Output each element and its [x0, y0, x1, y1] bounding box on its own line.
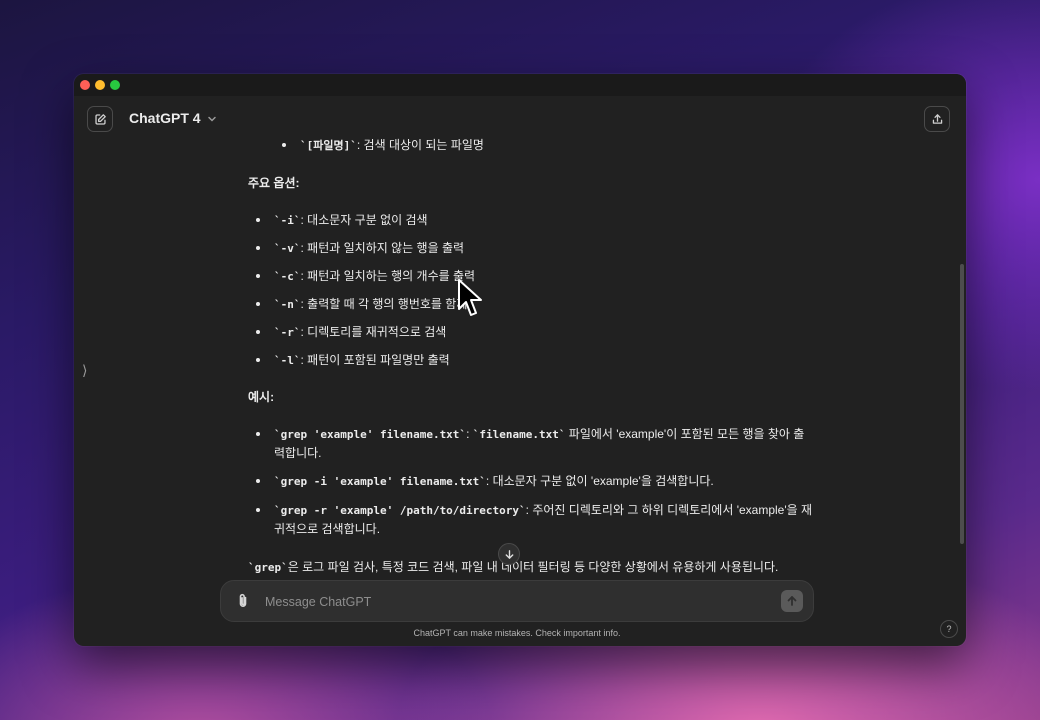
examples-heading: 예시: [248, 390, 275, 404]
model-selector[interactable]: ChatGPT 4 [129, 110, 217, 126]
minimize-window-button[interactable] [95, 80, 105, 90]
list-item: `-i`: 대소문자 구분 없이 검색 [248, 211, 848, 239]
list-item: `-n`: 출력할 때 각 행의 행번호를 함께 [248, 295, 848, 323]
list-item: `-v`: 패턴과 일치하지 않는 행을 출력 [248, 239, 848, 267]
inline-code: `-l` [274, 354, 301, 367]
assistant-message: `[파일명]`: 검색 대상이 되는 파일명 주요 옵션: `-i`: 대소문자… [248, 136, 848, 577]
list-item-text: : 대소문자 구분 없이 'example'을 검색합니다. [485, 474, 714, 488]
inline-code: `-c` [274, 270, 301, 283]
inline-code: `-v` [274, 242, 301, 255]
mouse-pointer-icon [458, 279, 482, 316]
chatgpt-window: ChatGPT 4 ⟩ `[파일명]`: 검색 대상이 되는 파일명 주요 옵션… [74, 74, 966, 646]
help-button[interactable]: ? [940, 620, 958, 638]
inline-code: `grep -i 'example' filename.txt` [274, 475, 486, 488]
inline-code: `[파일명]` [300, 139, 357, 152]
inline-code: `grep -r 'example' /path/to/directory` [274, 504, 526, 517]
list-item: `grep -i 'example' filename.txt`: 대소문자 구… [248, 472, 814, 491]
inline-code: `grep` [248, 561, 288, 574]
list-item-text: : 패턴과 일치하지 않는 행을 출력 [300, 241, 465, 255]
paperclip-icon [239, 593, 247, 607]
scrollbar[interactable] [960, 264, 964, 544]
inline-code: `-r` [274, 326, 301, 339]
disclaimer-text: ChatGPT can make mistakes. Check importa… [413, 628, 621, 638]
summary-text: 은 로그 파일 검사, 특정 코드 검색, 파일 내 데이터 필터링 등 다양한… [287, 560, 779, 574]
inline-code: `filename.txt` [472, 428, 566, 441]
list-item-text: : 패턴과 일치하는 행의 개수를 출력 [300, 269, 476, 283]
title-bar [74, 74, 966, 96]
list-item-text: : 디렉토리를 재귀적으로 검색 [300, 325, 447, 339]
pencil-square-icon [94, 113, 106, 125]
list-item-text: : 패턴이 포함된 파일명만 출력 [300, 353, 450, 367]
list-item-text: : 출력할 때 각 행의 행번호를 함께 [300, 297, 468, 311]
separator-text: : [466, 427, 473, 441]
send-button[interactable] [781, 590, 803, 612]
arrow-up-icon [787, 596, 797, 606]
list-item: `-r`: 디렉토리를 재귀적으로 검색 [248, 323, 848, 351]
summary-paragraph: `grep`은 로그 파일 검사, 특정 코드 검색, 파일 내 데이터 필터링… [248, 558, 808, 577]
arrow-down-icon [505, 549, 513, 559]
sidebar-toggle[interactable]: ⟩ [82, 362, 87, 379]
maximize-window-button[interactable] [110, 80, 120, 90]
scroll-to-bottom-button[interactable] [498, 543, 520, 565]
list-item-text: : 대소문자 구분 없이 검색 [300, 213, 428, 227]
list-item: `grep -r 'example' /path/to/directory`: … [248, 501, 814, 538]
inline-code: `grep 'example' filename.txt` [274, 428, 467, 441]
attach-button[interactable] [235, 592, 251, 615]
model-name: ChatGPT 4 [129, 110, 201, 126]
list-item: `-c`: 패턴과 일치하는 행의 개수를 출력 [248, 267, 848, 295]
options-heading: 주요 옵션: [248, 176, 300, 190]
share-button[interactable] [924, 106, 950, 132]
chevron-down-icon [207, 116, 216, 122]
inline-code: `-i` [274, 214, 301, 227]
list-item: `grep 'example' filename.txt`: `filename… [248, 425, 814, 462]
message-composer [220, 580, 814, 622]
list-item: `[파일명]`: 검색 대상이 되는 파일명 [274, 136, 848, 155]
share-icon [932, 113, 942, 124]
inline-code: `-n` [274, 298, 301, 311]
list-item: `-l`: 패턴이 포함된 파일명만 출력 [248, 351, 848, 369]
new-chat-button[interactable] [87, 106, 113, 132]
message-input[interactable] [263, 591, 767, 613]
list-item-text: : 검색 대상이 되는 파일명 [356, 138, 484, 152]
close-window-button[interactable] [80, 80, 90, 90]
